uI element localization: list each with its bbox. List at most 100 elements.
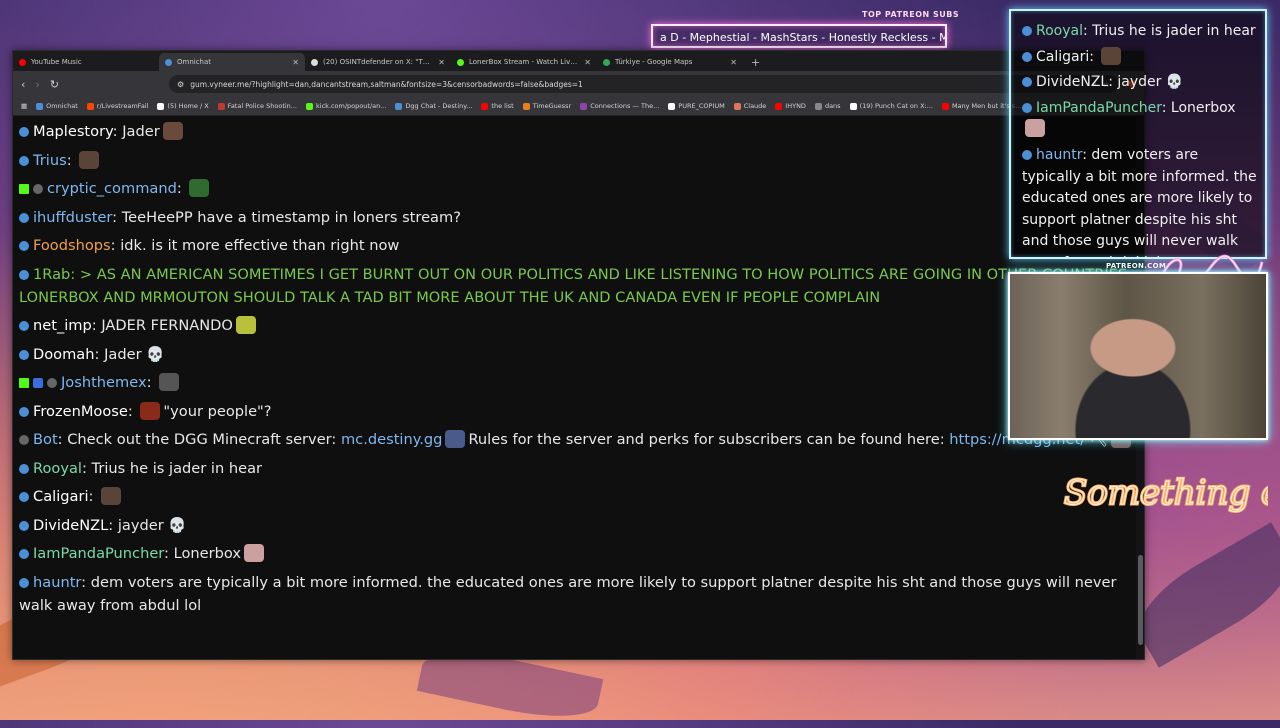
- chat-message: 1Rab: > AS AN AMERICAN SOMETIMES I GET B…: [19, 265, 1128, 306]
- chat-message: Doomah: Jader 💀: [19, 343, 1136, 366]
- bookmark-icon: [668, 102, 676, 110]
- chat-username[interactable]: Bot: [33, 431, 58, 448]
- bookmark-livestreamfail[interactable]: r/LivestreamFail: [86, 102, 148, 110]
- minecraft-link[interactable]: mc.destiny.gg: [341, 431, 442, 448]
- maps-icon: [603, 58, 610, 66]
- bookmark-timeguessr[interactable]: TimeGuessr: [522, 102, 571, 110]
- chat-username[interactable]: FrozenMoose: [33, 403, 128, 420]
- chat-message: Caligari:: [19, 485, 1136, 508]
- emote-icon: [101, 487, 122, 505]
- emote-icon: [189, 179, 210, 197]
- bookmark-connections[interactable]: Connections — The...: [580, 102, 659, 110]
- user-badge-icon: [19, 520, 29, 531]
- bookmark-the-list[interactable]: the list: [481, 102, 514, 110]
- bookmark-claude[interactable]: Claude: [733, 102, 766, 110]
- chat-message: hauntr: dem voters are typically a bit m…: [19, 573, 1117, 614]
- bookmark-omnichat[interactable]: Omnichat: [36, 102, 78, 110]
- bot-badge-icon: [19, 435, 29, 445]
- emote-icon: [162, 122, 183, 140]
- user-badge-icon: [1022, 26, 1032, 36]
- chat-username[interactable]: 1Rab: [33, 266, 70, 283]
- youtube-music-icon: [19, 58, 26, 66]
- url-text[interactable]: gum.vyneer.me/?highlight=dan,dancantstre…: [190, 80, 1086, 89]
- chat-username[interactable]: hauntr: [33, 574, 81, 591]
- apps-grid-icon[interactable]: ▦: [21, 102, 27, 110]
- bookmark-dans-folder[interactable]: dans: [814, 102, 841, 110]
- chat-message: Trius:: [19, 149, 1136, 172]
- chat-username[interactable]: Rooyal: [33, 460, 82, 477]
- emote-icon: [140, 401, 161, 420]
- user-badge-icon: [19, 269, 29, 280]
- bookmark-icon: [580, 102, 588, 110]
- bookmark-icon: [849, 102, 857, 110]
- chat-message: Foodshops: idk. is it more effective tha…: [19, 234, 1136, 257]
- user-badge-icon: [19, 321, 29, 331]
- chat-username[interactable]: Joshthemex: [61, 374, 147, 391]
- chat-message: ihuffduster: TeeHeePP have a timestamp i…: [19, 206, 1136, 229]
- overlay-chat-username: hauntr: [1036, 146, 1083, 163]
- overlay-chat-message: Caligari:: [1022, 46, 1259, 69]
- user-badge-icon: [19, 406, 29, 417]
- chat-username[interactable]: IamPandaPuncher: [33, 545, 164, 562]
- reload-icon[interactable]: ↻: [50, 78, 59, 91]
- tab-omnichat[interactable]: Omnichat ✕: [159, 53, 305, 71]
- close-tab-icon[interactable]: ✕: [730, 58, 737, 67]
- tab-google-maps[interactable]: Türkiye - Google Maps ✕: [597, 53, 743, 71]
- chat-username[interactable]: net_imp: [33, 317, 92, 334]
- emote-icon: [235, 316, 256, 334]
- close-tab-icon[interactable]: ✕: [438, 58, 445, 67]
- bookmark-pure-copium[interactable]: PURE_COPIUM: [668, 102, 725, 110]
- kick-icon: [457, 58, 464, 66]
- bookmark-fatal-police[interactable]: Fatal Police Shootin...: [217, 102, 297, 110]
- new-tab-button[interactable]: +: [743, 56, 768, 71]
- chat-message: cryptic_command:: [19, 177, 1136, 200]
- bookmark-ihynd[interactable]: IHYND: [775, 102, 806, 110]
- bookmark-icon: [941, 102, 949, 110]
- kick-badge-icon: [19, 184, 29, 194]
- chat-username[interactable]: Caligari: [33, 488, 89, 505]
- chat-username[interactable]: DivideNZL: [33, 517, 108, 534]
- address-bar[interactable]: ⚙ gum.vyneer.me/?highlight=dan,dancantst…: [169, 75, 1118, 93]
- bookmark-icon: [481, 102, 489, 110]
- user-badge-icon: [1022, 102, 1032, 113]
- kick-badge-icon: [19, 378, 29, 388]
- overlay-chat-message: IamPandaPuncher: Lonerbox: [1022, 98, 1259, 141]
- emote-icon: [159, 373, 180, 391]
- tab-youtube-music[interactable]: YouTube Music: [13, 53, 159, 71]
- bookmark-kick-popout[interactable]: kick.com/popout/an...: [306, 102, 386, 110]
- folder-icon: [814, 102, 822, 110]
- chat-username[interactable]: ihuffduster: [33, 209, 112, 226]
- chat-message: Maplestory: Jader: [19, 120, 1136, 143]
- emote-icon: [445, 430, 466, 448]
- neon-something-else-logo: Something else Something else: [1063, 472, 1269, 515]
- back-icon[interactable]: ‹: [21, 78, 25, 91]
- tab-lonerbox-stream[interactable]: LonerBox Stream - Watch Live on Kick✕: [451, 53, 597, 71]
- chat-message: Rooyal: Trius he is jader in hear: [19, 457, 1136, 480]
- close-tab-icon[interactable]: ✕: [292, 58, 299, 67]
- bookmark-icon: [86, 102, 94, 110]
- chat-username[interactable]: Foodshops: [33, 237, 111, 254]
- bookmark-icon: [733, 102, 741, 110]
- overlay-chat-box: Rooyal: Trius he is jader in hear Caliga…: [1009, 9, 1267, 259]
- bookmark-punch-cat[interactable]: (19) Punch Cat on X:...: [849, 102, 933, 110]
- chat-username[interactable]: cryptic_command: [47, 180, 177, 197]
- user-badge-icon: [33, 184, 43, 194]
- chat-message: FrozenMoose: "your people"?: [19, 400, 1136, 423]
- overlay-chat-username: IamPandaPuncher: [1036, 99, 1162, 116]
- chat-username[interactable]: Trius: [33, 152, 67, 169]
- bookmark-home-x[interactable]: (5) Home / X: [157, 102, 209, 110]
- bookmark-icon: [217, 102, 225, 110]
- scrollbar-thumb[interactable]: [1138, 555, 1143, 645]
- bookmark-dgg-chat[interactable]: Dgg Chat - Destiny...: [395, 102, 472, 110]
- chat-message: Bot: Check out the DGG Minecraft server:…: [19, 428, 1136, 451]
- bookmark-icon: [306, 102, 313, 110]
- chat-username[interactable]: Doomah: [33, 346, 95, 363]
- chat-username[interactable]: Maplestory: [33, 123, 113, 140]
- forward-icon[interactable]: ›: [35, 78, 39, 91]
- close-tab-icon[interactable]: ✕: [584, 58, 591, 67]
- emote-icon: [1025, 119, 1045, 138]
- bookmark-icon: [157, 102, 165, 110]
- user-badge-icon: [19, 127, 29, 137]
- tab-osintdefender[interactable]: (20) OSINTdefender on X: "The Air Fo✕: [305, 53, 451, 71]
- site-info-icon[interactable]: ⚙: [177, 80, 184, 89]
